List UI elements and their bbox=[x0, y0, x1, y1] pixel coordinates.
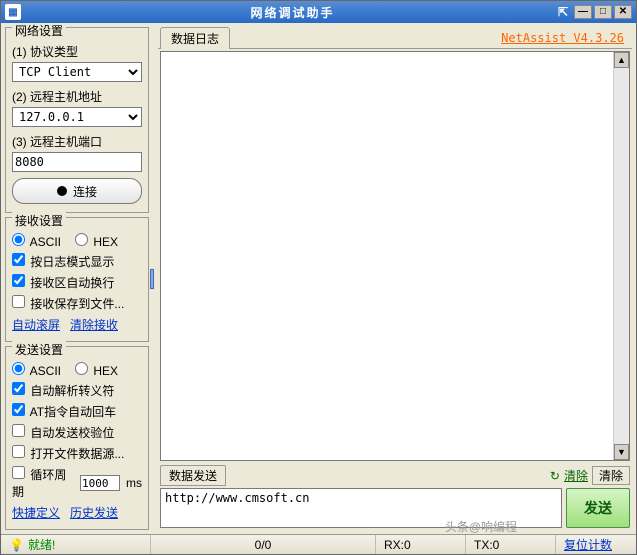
status-counts: 0/0 bbox=[151, 535, 376, 554]
send-ascii-radio[interactable]: ASCII bbox=[12, 362, 61, 378]
recv-autowrap-check[interactable]: 接收区自动换行 bbox=[12, 274, 114, 291]
data-log-textarea[interactable]: ▲ ▼ bbox=[160, 51, 630, 461]
port-input[interactable] bbox=[12, 152, 142, 172]
protocol-label: (1) 协议类型 bbox=[12, 43, 142, 60]
scroll-up-icon[interactable]: ▲ bbox=[614, 52, 629, 68]
tab-datasend[interactable]: 数据发送 bbox=[160, 465, 226, 486]
scroll-track[interactable] bbox=[614, 68, 629, 444]
shortcut-def-link[interactable]: 快捷定义 bbox=[12, 504, 60, 521]
recv-hex-radio[interactable]: HEX bbox=[75, 233, 118, 249]
client-area: 网络设置 (1) 协议类型 TCP Client (2) 远程主机地址 127.… bbox=[1, 23, 636, 534]
pin-icon[interactable]: ⇱ bbox=[556, 5, 570, 19]
send-settings-group: 发送设置 ASCII HEX 自动解析转义符 AT指令自动回车 自动发送校验位 … bbox=[5, 346, 149, 530]
cycle-period-input[interactable] bbox=[80, 475, 120, 491]
connect-button[interactable]: 连接 bbox=[12, 178, 142, 204]
status-ready: 就绪! bbox=[28, 536, 55, 553]
splitter[interactable] bbox=[149, 27, 154, 530]
recv-savefile-check[interactable]: 接收保存到文件... bbox=[12, 295, 124, 312]
port-label: (3) 远程主机端口 bbox=[12, 133, 142, 150]
clear-input-link[interactable]: 清除 bbox=[564, 467, 588, 484]
recv-logmode-check[interactable]: 按日志模式显示 bbox=[12, 253, 114, 270]
send-atcr-check[interactable]: AT指令自动回车 bbox=[12, 403, 116, 420]
right-panel: 数据日志 NetAssist V4.3.26 ▲ ▼ 数据发送 ↻ 清除 清除 bbox=[158, 27, 632, 530]
window-title: 网络调试助手 bbox=[29, 4, 556, 21]
protocol-select[interactable]: TCP Client bbox=[12, 62, 142, 82]
connect-label: 连接 bbox=[73, 183, 97, 200]
tab-datalog[interactable]: 数据日志 bbox=[160, 27, 230, 49]
send-cycle-check[interactable]: 循环周期 bbox=[12, 466, 76, 500]
host-label: (2) 远程主机地址 bbox=[12, 88, 142, 105]
reset-counter-link[interactable]: 复位计数 bbox=[564, 536, 612, 553]
history-send-link[interactable]: 历史发送 bbox=[70, 504, 118, 521]
receive-settings-group: 接收设置 ASCII HEX 按日志模式显示 接收区自动换行 接收保存到文件..… bbox=[5, 217, 149, 342]
status-rx: RX:0 bbox=[376, 535, 466, 554]
group-title: 发送设置 bbox=[12, 341, 66, 358]
scroll-down-icon[interactable]: ▼ bbox=[614, 444, 629, 460]
send-input[interactable]: http://www.cmsoft.cn bbox=[160, 488, 562, 528]
vertical-scrollbar[interactable]: ▲ ▼ bbox=[613, 52, 629, 460]
host-select[interactable]: 127.0.0.1 bbox=[12, 107, 142, 127]
minimize-button[interactable]: — bbox=[574, 5, 592, 19]
cycle-unit: ms bbox=[126, 476, 142, 490]
reload-icon[interactable]: ↻ bbox=[550, 469, 560, 483]
send-hex-radio[interactable]: HEX bbox=[75, 362, 118, 378]
autoscroll-link[interactable]: 自动滚屏 bbox=[12, 316, 60, 333]
left-panel: 网络设置 (1) 协议类型 TCP Client (2) 远程主机地址 127.… bbox=[5, 27, 149, 530]
clear-recv-link[interactable]: 清除接收 bbox=[70, 316, 118, 333]
send-button[interactable]: 发送 bbox=[566, 488, 630, 528]
statusbar: 💡 就绪! 0/0 RX:0 TX:0 复位计数 bbox=[1, 534, 636, 554]
log-tabbar: 数据日志 NetAssist V4.3.26 bbox=[158, 27, 632, 49]
send-openfile-check[interactable]: 打开文件数据源... bbox=[12, 445, 124, 462]
network-settings-group: 网络设置 (1) 协议类型 TCP Client (2) 远程主机地址 127.… bbox=[5, 27, 149, 213]
group-title: 接收设置 bbox=[12, 212, 66, 229]
close-button[interactable]: ✕ bbox=[614, 5, 632, 19]
app-icon: ▦ bbox=[5, 4, 21, 20]
status-dot-icon bbox=[57, 186, 67, 196]
ready-icon: 💡 bbox=[9, 538, 24, 552]
send-checksum-check[interactable]: 自动发送校验位 bbox=[12, 424, 114, 441]
version-link[interactable]: NetAssist V4.3.26 bbox=[501, 31, 632, 45]
main-window: ▦ 网络调试助手 ⇱ — □ ✕ 网络设置 (1) 协议类型 TCP Clien… bbox=[0, 0, 637, 555]
send-panel: 数据发送 ↻ 清除 清除 http://www.cmsoft.cn 发送 bbox=[160, 465, 630, 528]
send-escape-check[interactable]: 自动解析转义符 bbox=[12, 382, 114, 399]
titlebar[interactable]: ▦ 网络调试助手 ⇱ — □ ✕ bbox=[1, 1, 636, 23]
maximize-button[interactable]: □ bbox=[594, 5, 612, 19]
recv-ascii-radio[interactable]: ASCII bbox=[12, 233, 61, 249]
splitter-grip-icon bbox=[150, 269, 154, 289]
status-tx: TX:0 bbox=[466, 535, 556, 554]
clear-input-link-2[interactable]: 清除 bbox=[592, 466, 630, 485]
group-title: 网络设置 bbox=[12, 23, 66, 39]
